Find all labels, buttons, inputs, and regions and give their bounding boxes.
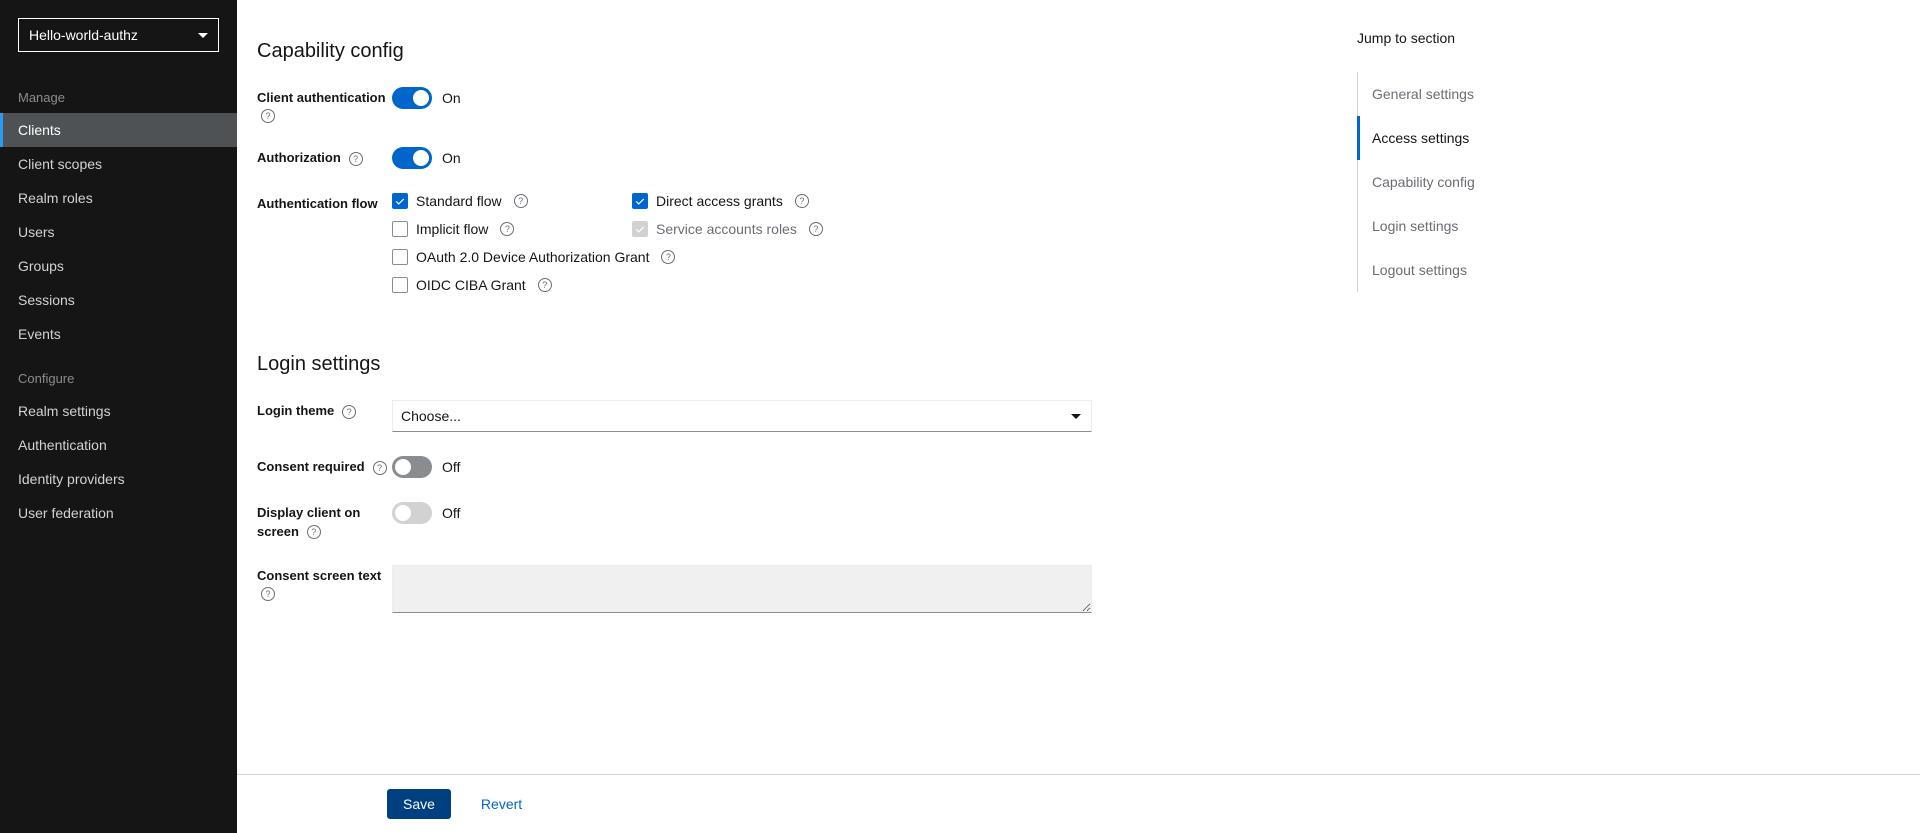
- switch-consent-required[interactable]: [392, 456, 432, 478]
- help-icon[interactable]: ?: [307, 525, 321, 539]
- save-button[interactable]: Save: [387, 789, 451, 819]
- checkbox-icon: [392, 249, 408, 265]
- switch-client-auth[interactable]: [392, 87, 432, 109]
- sidebar: Hello-world-authz Manage Clients Client …: [0, 0, 237, 833]
- sidebar-item-authentication[interactable]: Authentication: [0, 428, 237, 462]
- switch-consent-required-state: Off: [442, 459, 460, 475]
- check-implicit-flow[interactable]: Implicit flow ?: [392, 221, 632, 237]
- help-icon[interactable]: ?: [349, 152, 363, 166]
- help-icon[interactable]: ?: [809, 222, 823, 236]
- check-oidc-ciba[interactable]: OIDC CIBA Grant ?: [392, 277, 872, 293]
- checkbox-icon: [392, 277, 408, 293]
- checkbox-icon: [392, 221, 408, 237]
- switch-display-client: [392, 502, 432, 524]
- sidebar-item-groups[interactable]: Groups: [0, 249, 237, 283]
- nav-section-manage: Manage: [0, 70, 237, 113]
- check-standard-flow[interactable]: Standard flow ?: [392, 193, 632, 209]
- capability-heading: Capability config: [257, 40, 1327, 63]
- switch-display-client-state: Off: [442, 505, 460, 521]
- jump-access-settings[interactable]: Access settings: [1357, 116, 1537, 160]
- help-icon[interactable]: ?: [661, 250, 675, 264]
- switch-authorization-state: On: [442, 150, 461, 166]
- jump-general-settings[interactable]: General settings: [1358, 72, 1537, 116]
- help-icon[interactable]: ?: [373, 461, 387, 475]
- label-login-theme: Login theme: [257, 403, 334, 418]
- jump-login-settings[interactable]: Login settings: [1358, 204, 1537, 248]
- checkbox-icon: [392, 193, 408, 209]
- checkbox-icon: [632, 193, 648, 209]
- switch-authorization[interactable]: [392, 147, 432, 169]
- login-theme-select[interactable]: Choose...: [392, 400, 1092, 432]
- main-content: Capability config Client authentication …: [237, 0, 1920, 833]
- jump-capability-config[interactable]: Capability config: [1358, 160, 1537, 204]
- realm-name: Hello-world-authz: [29, 27, 138, 43]
- sidebar-item-user-federation[interactable]: User federation: [0, 496, 237, 530]
- label-authorization: Authorization: [257, 150, 341, 165]
- chevron-down-icon: [198, 33, 208, 38]
- revert-button[interactable]: Revert: [465, 789, 538, 819]
- help-icon[interactable]: ?: [342, 405, 356, 419]
- help-icon[interactable]: ?: [795, 194, 809, 208]
- help-icon[interactable]: ?: [514, 194, 528, 208]
- help-icon[interactable]: ?: [261, 109, 275, 123]
- sidebar-item-sessions[interactable]: Sessions: [0, 283, 237, 317]
- sidebar-item-client-scopes[interactable]: Client scopes: [0, 147, 237, 181]
- label-consent-required: Consent required: [257, 459, 365, 474]
- sidebar-item-identity-providers[interactable]: Identity providers: [0, 462, 237, 496]
- checkbox-icon: [632, 221, 648, 237]
- label-client-auth: Client authentication: [257, 90, 386, 105]
- sidebar-item-realm-settings[interactable]: Realm settings: [0, 394, 237, 428]
- login-theme-value: Choose...: [401, 408, 461, 424]
- realm-selector[interactable]: Hello-world-authz: [18, 18, 219, 52]
- jump-title: Jump to section: [1357, 30, 1537, 46]
- switch-client-auth-state: On: [442, 90, 461, 106]
- help-icon[interactable]: ?: [500, 222, 514, 236]
- check-service-accounts: Service accounts roles ?: [632, 221, 872, 237]
- sidebar-item-clients[interactable]: Clients: [0, 113, 237, 147]
- chevron-down-icon: [1071, 414, 1081, 419]
- help-icon[interactable]: ?: [538, 278, 552, 292]
- check-oauth-device[interactable]: OAuth 2.0 Device Authorization Grant ?: [392, 249, 872, 265]
- label-auth-flow: Authentication flow: [257, 196, 378, 211]
- consent-text-input: [392, 565, 1092, 613]
- sidebar-item-users[interactable]: Users: [0, 215, 237, 249]
- jump-panel: Jump to section General settings Access …: [1357, 30, 1557, 833]
- jump-logout-settings[interactable]: Logout settings: [1358, 248, 1537, 292]
- help-icon[interactable]: ?: [261, 587, 275, 601]
- check-direct-access[interactable]: Direct access grants ?: [632, 193, 872, 209]
- footer-bar: Save Revert: [237, 774, 1920, 833]
- sidebar-item-realm-roles[interactable]: Realm roles: [0, 181, 237, 215]
- login-heading: Login settings: [257, 353, 1327, 376]
- label-consent-text: Consent screen text: [257, 568, 381, 583]
- nav-section-configure: Configure: [0, 351, 237, 394]
- sidebar-item-events[interactable]: Events: [0, 317, 237, 351]
